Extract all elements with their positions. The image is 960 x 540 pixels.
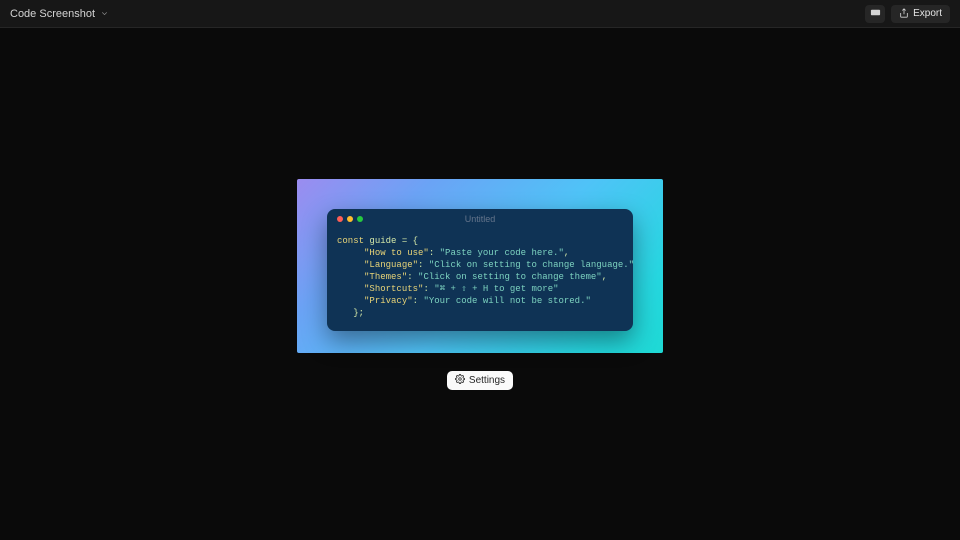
app-title: Code Screenshot [10,8,95,20]
chevron-down-icon [99,9,109,19]
gear-icon [455,371,465,389]
traffic-light-yellow [347,216,353,222]
traffic-light-red [337,216,343,222]
export-icon [899,5,909,23]
keyboard-button[interactable] [865,5,885,23]
code-editor[interactable]: const guide = { "How to use": "Paste you… [327,229,633,332]
traffic-light-green [357,216,363,222]
export-button-label: Export [913,8,942,19]
export-button[interactable]: Export [891,5,950,23]
settings-button-label: Settings [469,375,505,386]
canvas-area: Untitled const guide = { "How to use": "… [0,28,960,540]
header-actions: Export [865,5,950,23]
screenshot-frame[interactable]: Untitled const guide = { "How to use": "… [297,179,663,353]
window-title[interactable]: Untitled [465,214,496,224]
settings-button[interactable]: Settings [447,371,513,390]
code-window: Untitled const guide = { "How to use": "… [327,209,633,332]
window-header: Untitled [327,209,633,229]
app-header: Code Screenshot Export [0,0,960,28]
keyboard-icon [870,5,881,23]
title-dropdown[interactable]: Code Screenshot [10,8,109,20]
traffic-lights [337,216,363,222]
